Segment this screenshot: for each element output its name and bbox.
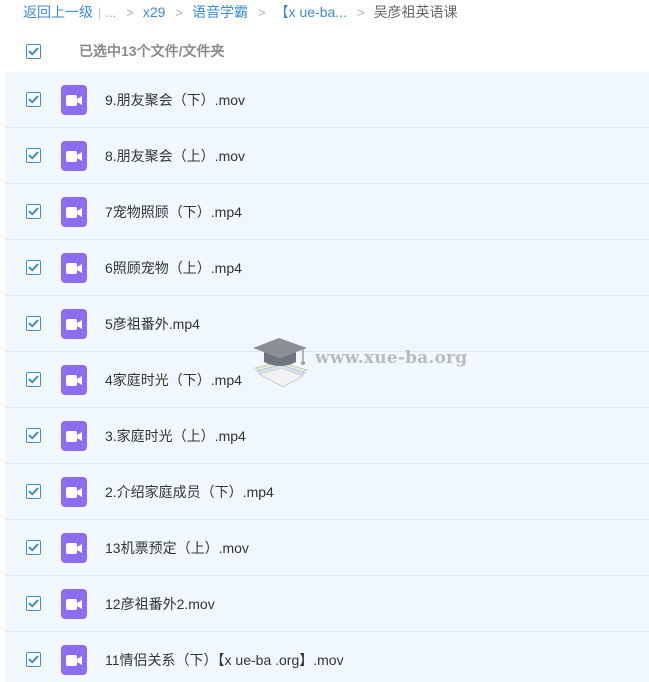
file-browser: 返回上一级 | ... > x29 > 语音学霸 > 【x ue-ba... >… bbox=[0, 0, 649, 682]
video-file-icon bbox=[61, 252, 87, 283]
video-camera-icon bbox=[66, 486, 82, 498]
video-camera-icon bbox=[66, 598, 82, 610]
file-name[interactable]: 9.朋友聚会（下）.mov bbox=[105, 90, 245, 110]
file-checkbox[interactable] bbox=[26, 204, 41, 219]
file-name[interactable]: 13机票预定（上）.mov bbox=[105, 538, 249, 558]
breadcrumb-separator: > bbox=[258, 4, 266, 20]
video-camera-icon bbox=[66, 262, 82, 274]
video-camera-icon bbox=[66, 374, 82, 386]
file-row[interactable]: 8.朋友聚会（上）.mov bbox=[5, 128, 649, 184]
checkmark-icon bbox=[28, 375, 39, 384]
file-row[interactable]: 12彦祖番外2.mov bbox=[5, 576, 649, 632]
file-checkbox[interactable] bbox=[26, 92, 41, 107]
checkmark-icon bbox=[28, 655, 39, 664]
video-camera-icon bbox=[66, 94, 82, 106]
file-row[interactable]: 13机票预定（上）.mov bbox=[5, 520, 649, 576]
checkmark-icon bbox=[28, 543, 39, 552]
checkmark-icon bbox=[28, 319, 39, 328]
breadcrumb: 返回上一级 | ... > x29 > 语音学霸 > 【x ue-ba... >… bbox=[0, 0, 649, 24]
breadcrumb-item-yuyin-xueba[interactable]: 语音学霸 bbox=[192, 2, 248, 22]
checkmark-icon bbox=[28, 95, 39, 104]
file-name[interactable]: 3.家庭时光（上）.mp4 bbox=[105, 426, 246, 446]
file-checkbox[interactable] bbox=[26, 372, 41, 387]
file-name[interactable]: 2.介绍家庭成员（下）.mp4 bbox=[105, 482, 274, 502]
file-row[interactable]: 11情侣关系（下）【x ue-ba .org】.mov bbox=[5, 632, 649, 682]
file-name[interactable]: 5彦祖番外.mp4 bbox=[105, 314, 200, 334]
file-checkbox[interactable] bbox=[26, 316, 41, 331]
file-name[interactable]: 6照顾宠物（上）.mp4 bbox=[105, 258, 242, 278]
video-file-icon bbox=[61, 588, 87, 619]
file-name[interactable]: 7宠物照顾（下）.mp4 bbox=[105, 202, 242, 222]
file-checkbox[interactable] bbox=[26, 428, 41, 443]
video-file-icon bbox=[61, 84, 87, 115]
file-name[interactable]: 4家庭时光（下）.mp4 bbox=[105, 370, 242, 390]
video-camera-icon bbox=[66, 318, 82, 330]
video-file-icon bbox=[61, 308, 87, 339]
video-file-icon bbox=[61, 644, 87, 675]
video-camera-icon bbox=[66, 654, 82, 666]
file-checkbox[interactable] bbox=[26, 260, 41, 275]
breadcrumb-separator: > bbox=[175, 4, 183, 20]
file-name[interactable]: 8.朋友聚会（上）.mov bbox=[105, 146, 245, 166]
file-checkbox[interactable] bbox=[26, 596, 41, 611]
video-file-icon bbox=[61, 364, 87, 395]
file-name[interactable]: 11情侣关系（下）【x ue-ba .org】.mov bbox=[105, 650, 344, 670]
breadcrumb-item-xueba-folder[interactable]: 【x ue-ba... bbox=[275, 2, 347, 22]
video-file-icon bbox=[61, 476, 87, 507]
file-row[interactable]: 4家庭时光（下）.mp4 bbox=[5, 352, 649, 408]
file-row[interactable]: 7宠物照顾（下）.mp4 bbox=[5, 184, 649, 240]
checkmark-icon bbox=[28, 487, 39, 496]
breadcrumb-back-link[interactable]: 返回上一级 bbox=[23, 2, 93, 22]
video-file-icon bbox=[61, 532, 87, 563]
breadcrumb-pipe: | bbox=[98, 4, 102, 20]
file-row[interactable]: 5彦祖番外.mp4 bbox=[5, 296, 649, 352]
checkmark-icon bbox=[28, 599, 39, 608]
breadcrumb-ellipsis[interactable]: ... bbox=[105, 5, 116, 20]
checkmark-icon bbox=[28, 151, 39, 160]
breadcrumb-current: 吴彦祖英语课 bbox=[373, 4, 458, 20]
selection-header: 已选中13个文件/文件夹 bbox=[0, 30, 649, 72]
video-file-icon bbox=[61, 140, 87, 171]
checkmark-icon bbox=[28, 47, 39, 55]
file-row[interactable]: 2.介绍家庭成员（下）.mp4 bbox=[5, 464, 649, 520]
select-all-checkbox[interactable] bbox=[26, 43, 41, 59]
file-checkbox[interactable] bbox=[26, 540, 41, 555]
file-row[interactable]: 3.家庭时光（上）.mp4 bbox=[5, 408, 649, 464]
file-row[interactable]: 9.朋友聚会（下）.mov bbox=[5, 72, 649, 128]
file-checkbox[interactable] bbox=[26, 148, 41, 163]
file-row[interactable]: 6照顾宠物（上）.mp4 bbox=[5, 240, 649, 296]
video-camera-icon bbox=[66, 542, 82, 554]
breadcrumb-separator: > bbox=[356, 4, 365, 20]
file-checkbox[interactable] bbox=[26, 484, 41, 499]
breadcrumb-item-x29[interactable]: x29 bbox=[143, 4, 166, 20]
video-camera-icon bbox=[66, 206, 82, 218]
file-checkbox[interactable] bbox=[26, 652, 41, 667]
video-file-icon bbox=[61, 420, 87, 451]
checkmark-icon bbox=[28, 431, 39, 440]
video-camera-icon bbox=[66, 430, 82, 442]
file-list: 9.朋友聚会（下）.mov 8.朋友聚会（上）.mov 7宠物照顾（下）.mp4 6照… bbox=[5, 72, 649, 682]
checkmark-icon bbox=[28, 207, 39, 216]
checkmark-icon bbox=[28, 263, 39, 272]
breadcrumb-separator: > bbox=[126, 4, 134, 20]
video-file-icon bbox=[61, 196, 87, 227]
file-name[interactable]: 12彦祖番外2.mov bbox=[105, 594, 215, 614]
selection-summary: 已选中13个文件/文件夹 bbox=[79, 43, 225, 59]
video-camera-icon bbox=[66, 150, 82, 162]
